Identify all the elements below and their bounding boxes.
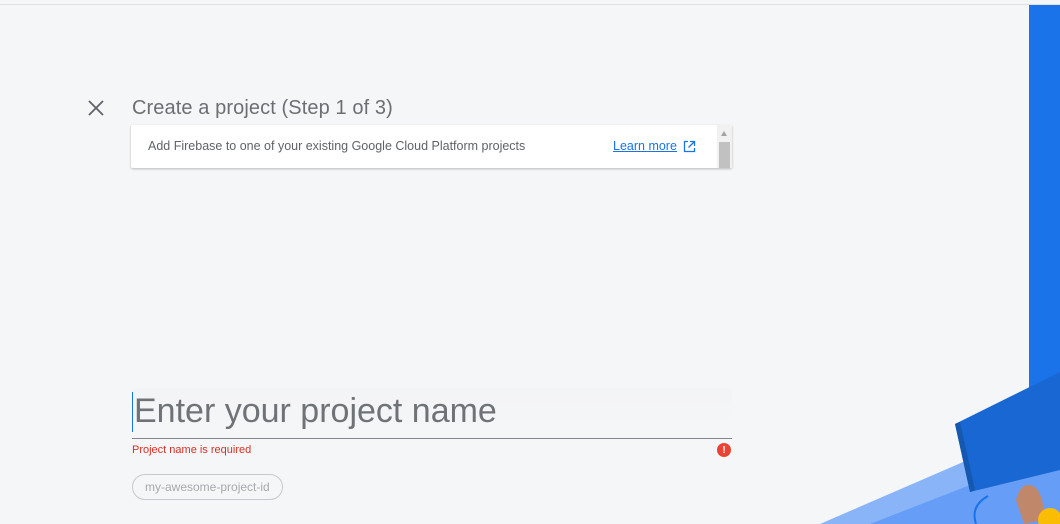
project-name-field[interactable] [132,388,734,439]
close-icon [88,100,104,116]
close-button[interactable] [84,96,108,120]
scrollbar-thumb[interactable] [719,142,730,168]
learn-more-link[interactable]: Learn more [613,139,696,153]
top-divider [0,4,1060,5]
page-title: Create a project (Step 1 of 3) [132,97,393,119]
error-icon: ! [717,443,731,457]
text-caret [132,392,133,432]
project-name-error: Project name is required [132,444,252,456]
open-in-new-icon [683,140,696,152]
info-card-text: Add Firebase to one of your existing Goo… [148,139,526,153]
scroll-up-arrow-icon[interactable] [721,131,727,136]
project-id-chip[interactable]: my-awesome-project-id [132,474,283,500]
create-project-page: Create a project (Step 1 of 3) Add Fireb… [0,0,1060,524]
info-card: Add Firebase to one of your existing Goo… [131,125,732,168]
learn-more-label: Learn more [613,139,677,153]
project-name-input[interactable] [132,388,734,434]
hero-illustration [820,372,1060,524]
card-scrollbar[interactable] [717,125,732,168]
